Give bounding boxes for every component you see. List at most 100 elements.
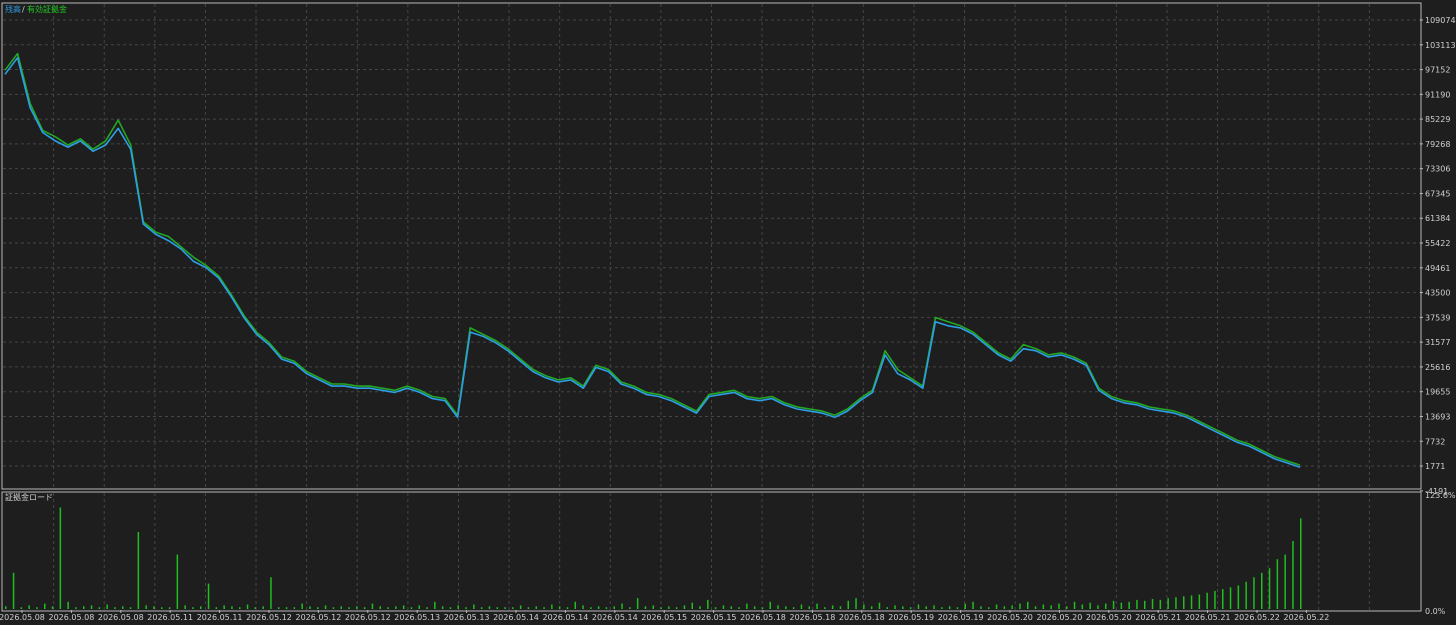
load-bar — [956, 607, 959, 609]
load-bar — [652, 605, 654, 609]
load-bar — [480, 607, 483, 609]
load-bar — [1066, 606, 1068, 609]
load-bar — [51, 606, 54, 609]
y-tick-label: 31577 — [1425, 338, 1450, 347]
load-bar — [1105, 603, 1107, 609]
load-bar — [332, 607, 335, 609]
load-bar — [730, 606, 732, 609]
load-bar — [363, 607, 366, 609]
load-bar — [278, 607, 280, 609]
load-bar — [434, 601, 436, 609]
x-tick-label: 2026.05.18 — [789, 613, 835, 622]
load-bar — [847, 600, 849, 609]
y-tick-label: 103113 — [1425, 41, 1456, 50]
load-bar — [551, 604, 553, 609]
x-tick-label: 2026.05.19 — [888, 613, 934, 622]
x-tick-label: 2026.05.20 — [1036, 613, 1082, 622]
load-bar — [1237, 585, 1240, 609]
load-bar — [309, 606, 311, 609]
load-bar — [941, 607, 943, 609]
load-bar — [488, 606, 491, 609]
load-bar — [621, 603, 623, 609]
load-bar — [340, 606, 342, 609]
load-bar — [777, 605, 779, 609]
y-tick-label: 37539 — [1425, 313, 1450, 322]
load-bar — [5, 606, 7, 609]
load-bar — [1253, 577, 1255, 609]
load-bar — [504, 607, 506, 609]
load-bar — [317, 607, 319, 609]
x-tick-label: 2026.05.12 — [246, 613, 292, 622]
y-tick-label: 43500 — [1425, 289, 1450, 298]
load-bar — [1042, 604, 1045, 609]
load-bar — [824, 607, 826, 609]
load-bar — [972, 601, 974, 609]
load-bar — [239, 607, 241, 609]
load-bar — [1151, 599, 1154, 609]
load-bar — [161, 607, 163, 609]
x-tick-label: 2026.05.13 — [394, 613, 440, 622]
load-bar — [395, 606, 397, 609]
load-bar — [738, 607, 740, 609]
x-tick-label: 2026.05.22 — [1283, 613, 1329, 622]
load-bar — [231, 606, 233, 609]
load-bar — [870, 606, 873, 609]
load-bar — [1027, 601, 1029, 609]
load-bar — [933, 605, 935, 609]
load-bar — [176, 554, 179, 609]
load-bar — [808, 606, 810, 609]
load-bar — [1268, 568, 1271, 609]
load-bar — [12, 572, 15, 609]
x-tick-label: 2026.05.22 — [1234, 613, 1280, 622]
legend-balance: 残高 — [5, 4, 21, 14]
chart: 109074 103113 97152 91190 85229 79268 73306 673… — [0, 0, 1456, 625]
load-bar — [964, 603, 966, 609]
x-tick-label: 2026.05.19 — [938, 613, 984, 622]
load-bar — [1183, 596, 1185, 609]
load-bar — [1229, 587, 1232, 609]
load-bar — [293, 607, 296, 609]
chart-background — [0, 0, 1456, 625]
load-bar — [449, 607, 452, 609]
load-bar — [1058, 603, 1060, 609]
load-bar — [36, 607, 38, 609]
load-bar — [59, 507, 62, 609]
y-tick-label: 109074 — [1425, 16, 1456, 25]
load-bar — [348, 607, 350, 609]
load-bar — [44, 603, 46, 609]
load-bar — [590, 607, 592, 609]
load-bar — [761, 607, 764, 609]
x-tick-label: 2026.05.08 — [48, 613, 94, 622]
x-tick-label: 2026.05.14 — [592, 613, 638, 622]
load-bar — [1081, 604, 1084, 609]
x-tick-label: 2026.05.14 — [542, 613, 588, 622]
load-bar — [496, 607, 498, 609]
x-tick-label: 2026.05.11 — [197, 613, 243, 622]
load-bar — [597, 606, 600, 609]
x-tick-label: 2026.05.12 — [295, 613, 341, 622]
x-tick-label: 2026.05.11 — [147, 613, 193, 622]
load-bar — [613, 606, 615, 609]
load-bar — [1300, 518, 1302, 609]
load-bar — [402, 605, 405, 609]
load-bar — [863, 604, 865, 609]
load-bar — [441, 606, 444, 609]
load-bar — [566, 607, 569, 609]
load-bar — [691, 602, 693, 609]
y-tick-label: 13693 — [1425, 412, 1450, 421]
load-bar — [1284, 554, 1286, 609]
load-bar — [1112, 600, 1115, 609]
load-bar — [465, 607, 467, 609]
load-bar — [558, 606, 561, 609]
load-bar — [917, 604, 920, 609]
load-bar — [769, 601, 771, 609]
load-bar — [785, 606, 787, 609]
y-tick-label: 97152 — [1425, 66, 1450, 75]
load-bar — [1214, 590, 1216, 609]
y-tick-label: 67345 — [1425, 189, 1450, 198]
load-bar — [410, 607, 413, 609]
legend-equity: 有効証拠金 — [27, 4, 67, 14]
load-bar — [512, 607, 514, 609]
load-bar — [831, 605, 834, 609]
load-bar — [114, 607, 116, 609]
